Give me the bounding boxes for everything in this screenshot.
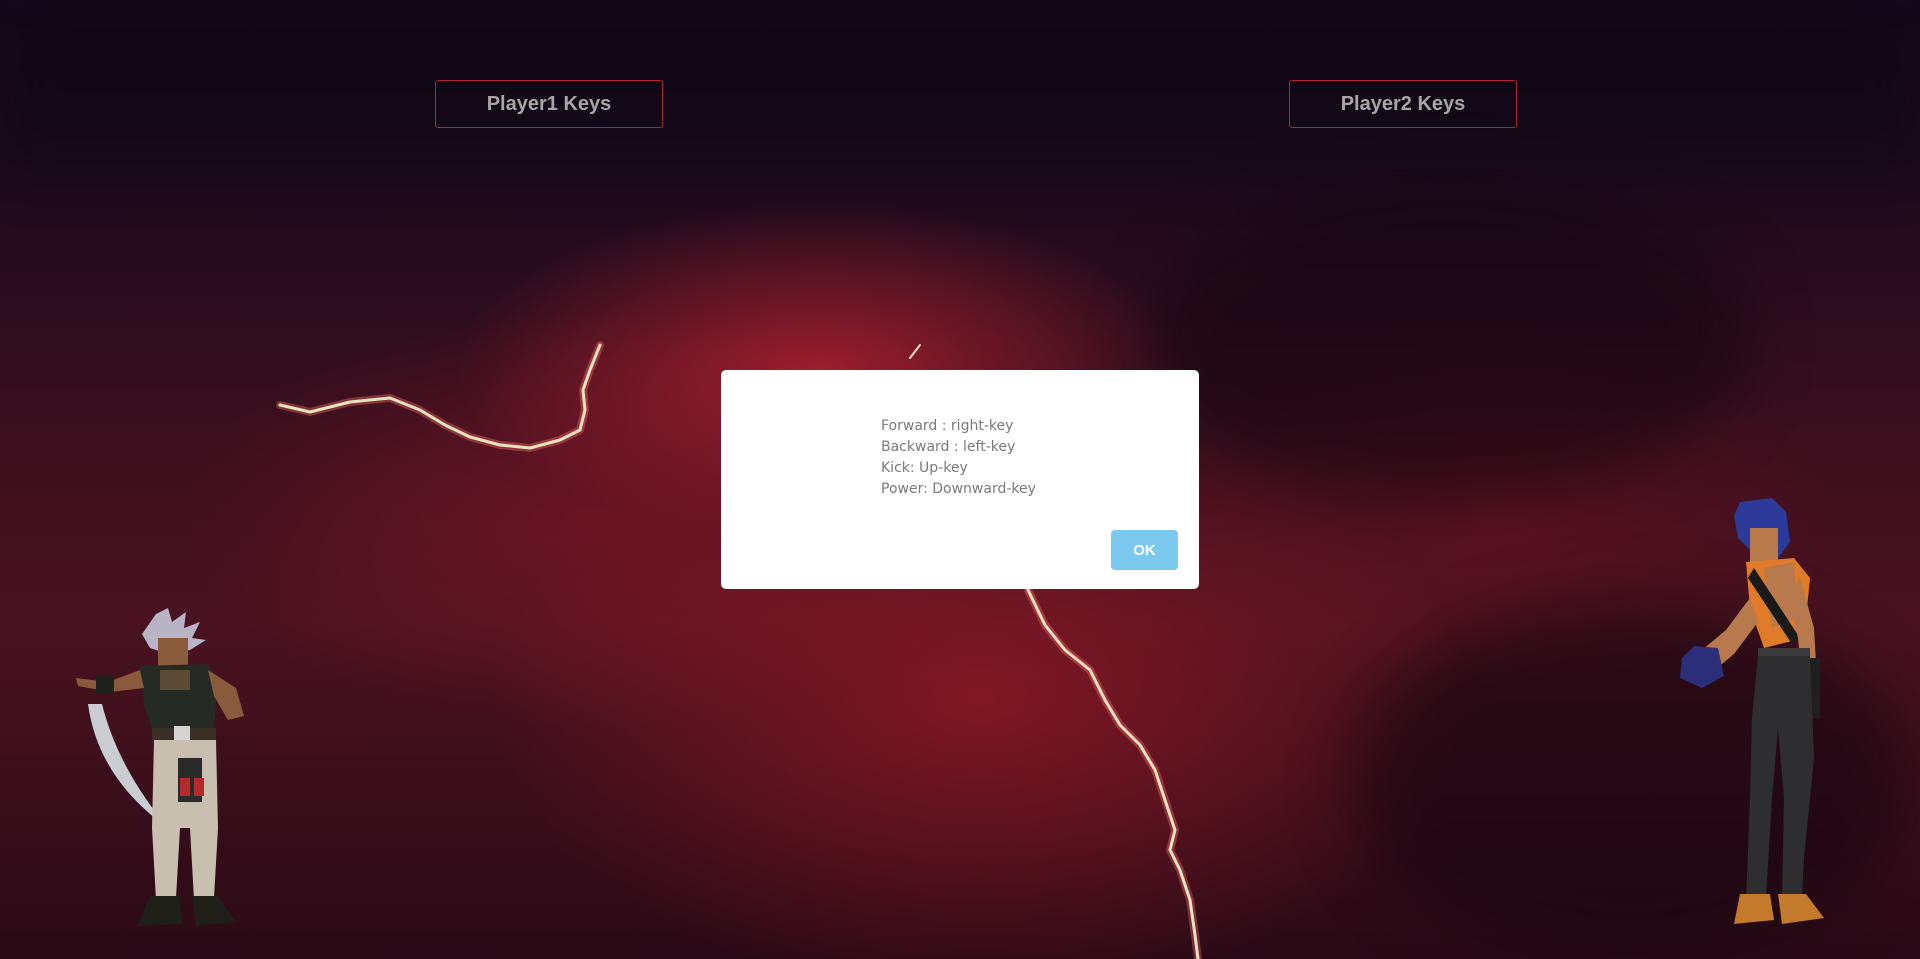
fighter-silver-hair-icon: [76, 608, 244, 926]
ok-button[interactable]: OK: [1111, 530, 1178, 570]
key-line-forward: Forward : right-key: [881, 418, 1014, 434]
key-line-backward: Backward : left-key: [881, 439, 1016, 455]
key-line-power: Power: Downward-key: [881, 481, 1036, 497]
player1-keys-button[interactable]: Player1 Keys: [435, 80, 663, 128]
game-stage: Player1 Keys Player2 Keys Forward: righ…: [0, 0, 1920, 959]
fighter-blue-hair-icon: [1680, 498, 1824, 924]
player2-keys-button[interactable]: Player2 Keys: [1289, 80, 1517, 128]
key-line-kick: Kick: Up-key: [881, 460, 968, 476]
keys-dialog: Forward : right-key Backward : left-key …: [721, 370, 1199, 589]
keys-list: Forward : right-key Backward : left-key …: [881, 416, 1036, 500]
